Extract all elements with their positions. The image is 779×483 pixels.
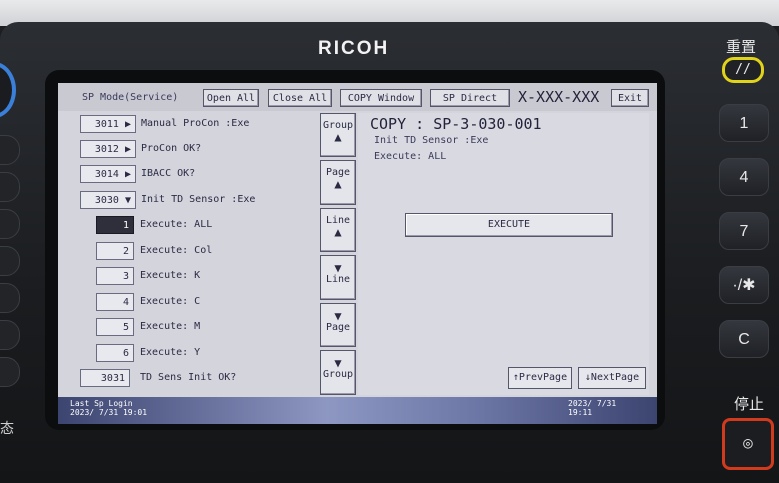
- clock-date: 2023/ 7/31: [568, 399, 617, 408]
- list-item[interactable]: 3030 ▼ Init TD Sensor :Exe: [78, 191, 320, 211]
- mode-label: SP Mode(Service): [82, 92, 179, 103]
- key-dot-star[interactable]: ·/✱: [719, 266, 769, 304]
- sub-item-button[interactable]: 6: [96, 344, 134, 362]
- clock-time: 19:11: [568, 408, 593, 417]
- sp-list: 3011 ▶ Manual ProCon :Exe 3012 ▶ ProCon …: [78, 113, 320, 395]
- sub-item-button[interactable]: 3: [96, 267, 134, 285]
- status-footer: Last Sp Login 2023/ 7/31 19:01 2023/ 7/3…: [58, 397, 657, 424]
- lcd-screen: SP Mode(Service) Open All Close All COPY…: [58, 83, 657, 424]
- open-all-button[interactable]: Open All: [203, 89, 259, 107]
- group-down-button[interactable]: ▼ Group: [320, 350, 356, 395]
- page-down-button[interactable]: ▼ Page: [320, 303, 356, 347]
- detail-panel: COPY : SP-3-030-001 Init TD Sensor :Exe …: [358, 113, 649, 395]
- key-7[interactable]: 7: [719, 212, 769, 250]
- brand-logo: RICOH: [318, 38, 390, 59]
- list-item[interactable]: 3 Execute: K: [78, 267, 320, 287]
- line-down-button[interactable]: ▼ Line: [320, 255, 356, 300]
- sp-code-button[interactable]: 3014 ▶: [80, 165, 136, 183]
- key-1[interactable]: 1: [719, 104, 769, 142]
- sub-item-button[interactable]: 5: [96, 318, 134, 336]
- scroll-column: Group ▲ Page ▲ Line ▲ ▼ Line ▼ Page ▼ Group: [320, 113, 356, 395]
- expand-arrow-icon: ▶: [124, 119, 131, 130]
- list-item-label: Execute: ALL: [140, 219, 213, 230]
- sub-item-button[interactable]: 1: [96, 216, 134, 234]
- last-login: Last Sp Login 2023/ 7/31 19:01: [70, 399, 147, 417]
- list-item[interactable]: 1 Execute: ALL: [78, 216, 320, 236]
- sub-item-button[interactable]: 2: [96, 242, 134, 260]
- sp-code-button[interactable]: 3011 ▶: [80, 115, 136, 133]
- list-item[interactable]: 3011 ▶ Manual ProCon :Exe: [78, 115, 320, 135]
- list-item[interactable]: 2 Execute: Col: [78, 242, 320, 262]
- expand-arrow-icon: ▶: [124, 144, 131, 155]
- key-clear[interactable]: C: [719, 320, 769, 358]
- panel-description: Init TD Sensor :Exe: [374, 135, 489, 146]
- header-bar: SP Mode(Service) Open All Close All COPY…: [58, 83, 657, 111]
- list-item[interactable]: 3012 ▶ ProCon OK?: [78, 140, 320, 160]
- list-item[interactable]: 4 Execute: C: [78, 293, 320, 313]
- panel-title: COPY : SP-3-030-001: [370, 115, 542, 133]
- sp-direct-button[interactable]: SP Direct: [430, 89, 510, 107]
- sp-code-display: X-XXX-XXX: [518, 88, 600, 106]
- panel-setting: Execute: ALL: [374, 151, 447, 162]
- reset-icon: //: [735, 62, 751, 77]
- up-arrow-icon: ▲: [334, 130, 342, 144]
- collapse-arrow-icon: ▼: [124, 195, 131, 206]
- list-item-label: Execute: M: [140, 321, 201, 332]
- list-item-label: Init TD Sensor :Exe: [141, 194, 256, 205]
- list-item-label: Execute: Y: [140, 347, 201, 358]
- list-item-label: Manual ProCon :Exe: [141, 118, 250, 129]
- sp-code-button[interactable]: 3030 ▼: [80, 191, 136, 209]
- reset-label: 重置: [726, 38, 757, 56]
- stop-label: 停止: [734, 395, 765, 413]
- execute-button[interactable]: EXECUTE: [405, 213, 613, 237]
- list-item-label: TD Sens Init OK?: [140, 372, 237, 383]
- list-item[interactable]: 6 Execute: Y: [78, 344, 320, 364]
- list-item-label: ProCon OK?: [141, 143, 202, 154]
- sp-code-button[interactable]: 3012 ▶: [80, 140, 136, 158]
- close-all-button[interactable]: Close All: [268, 89, 332, 107]
- up-arrow-icon: ▲: [334, 177, 342, 191]
- group-up-button[interactable]: Group ▲: [320, 113, 356, 157]
- stop-button[interactable]: ◎: [722, 418, 774, 470]
- status-label: 态: [0, 421, 14, 437]
- list-item-label: Execute: Col: [140, 245, 213, 256]
- last-login-time: 2023/ 7/31 19:01: [70, 408, 148, 417]
- down-arrow-icon: ▼: [334, 309, 342, 323]
- list-item[interactable]: 3031 TD Sens Init OK?: [78, 369, 320, 389]
- stop-icon: ◎: [743, 433, 753, 452]
- key-4[interactable]: 4: [719, 158, 769, 196]
- next-page-button[interactable]: ↓NextPage: [578, 367, 646, 389]
- sub-item-button[interactable]: 4: [96, 293, 134, 311]
- list-item[interactable]: 5 Execute: M: [78, 318, 320, 338]
- down-arrow-icon: ▼: [334, 356, 342, 370]
- line-up-button[interactable]: Line ▲: [320, 208, 356, 252]
- list-item[interactable]: 3014 ▶ IBACC OK?: [78, 165, 320, 185]
- list-item-label: Execute: C: [140, 296, 201, 307]
- expand-arrow-icon: ▶: [124, 169, 131, 180]
- list-item-label: Execute: K: [140, 270, 201, 281]
- down-arrow-icon: ▼: [334, 261, 342, 275]
- copy-window-button[interactable]: COPY Window: [340, 89, 422, 107]
- page-up-button[interactable]: Page ▲: [320, 160, 356, 205]
- exit-button[interactable]: Exit: [611, 89, 649, 107]
- prev-page-button[interactable]: ↑PrevPage: [508, 367, 572, 389]
- clock: 2023/ 7/31 19:11: [568, 399, 616, 417]
- sp-code-button[interactable]: 3031: [80, 369, 130, 387]
- last-login-label: Last Sp Login: [70, 399, 133, 408]
- reset-button[interactable]: //: [722, 57, 764, 83]
- up-arrow-icon: ▲: [334, 225, 342, 239]
- list-item-label: IBACC OK?: [141, 168, 196, 179]
